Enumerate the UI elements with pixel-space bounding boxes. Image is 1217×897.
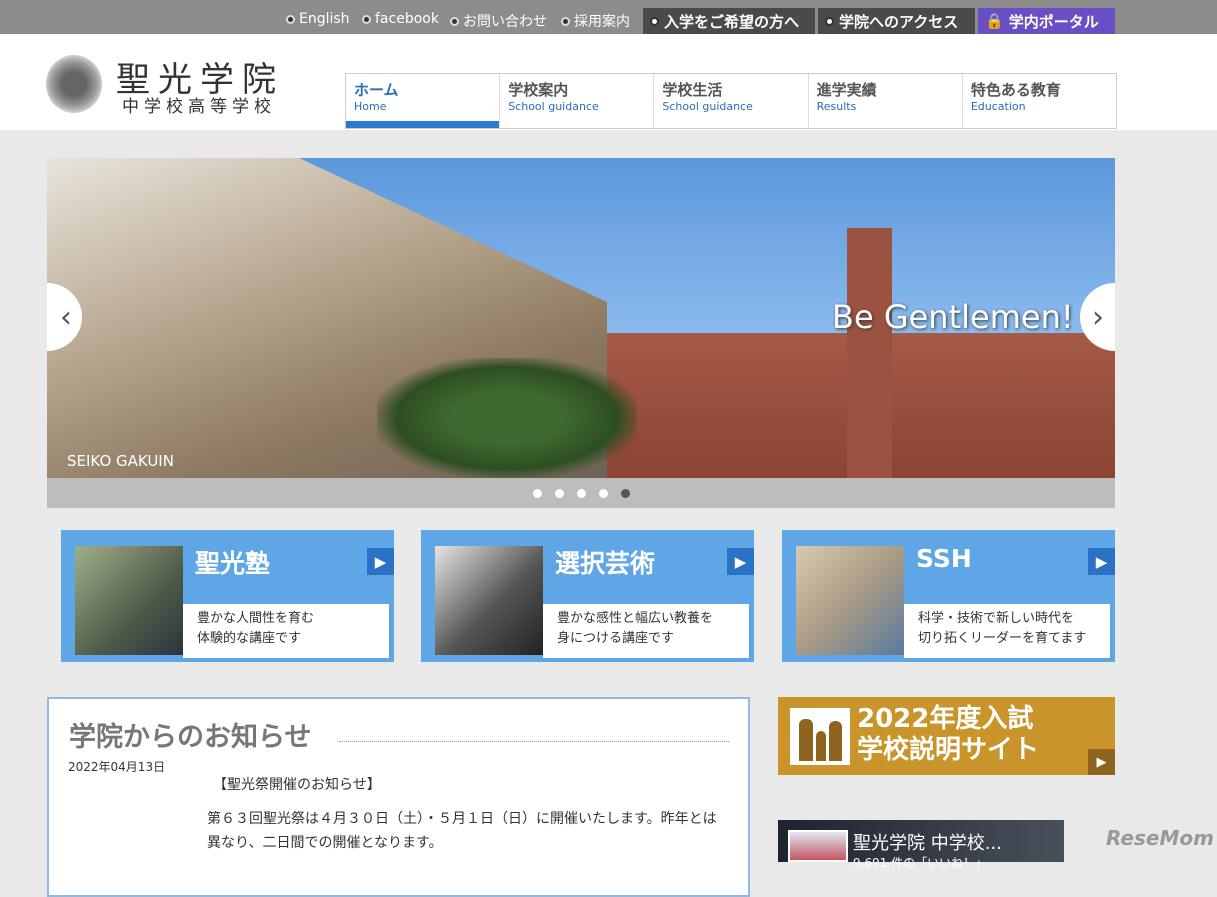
slider-slogan: Be Gentlemen! [832,298,1074,336]
card-description: 科学・技術で新しい時代を 切り拓くリーダーを育てます [904,604,1110,658]
access-button[interactable]: 学院へのアクセス [818,8,975,34]
bullet-icon [561,16,570,26]
slide-dot[interactable] [532,488,542,498]
campus-building-image [567,333,1115,478]
bullet-icon [286,14,295,24]
nav-results[interactable]: 進学実績 Results [809,74,963,128]
desc-line: 豊かな人間性を育む [197,611,315,626]
english-link[interactable]: English [286,11,350,27]
card-photo [796,546,904,655]
button-label: 学内ポータル [1008,12,1099,31]
nav-education[interactable]: 特色ある教育 Education [963,74,1116,128]
chevron-left-icon: ‹ [60,299,72,335]
news-date: 2022年04月13日 [68,760,166,774]
nav-home[interactable]: ホーム Home [346,74,501,128]
slide-dot[interactable] [598,488,608,498]
nav-sublabel: School guidance [662,100,753,113]
play-arrow-icon[interactable]: ▶ [367,548,394,575]
card-title: SSH [916,544,972,573]
nav-sublabel: Results [816,100,857,113]
nav-sublabel: Home [354,100,387,113]
facebook-likes: 9,691 件の「いいね！」 [853,856,988,870]
slider-caption: SEIKO GAKUIN [67,452,174,470]
lock-icon: 🔒 [985,12,1004,30]
link-label: 採用案内 [574,14,630,30]
nav-label: 特色ある教育 [970,81,1061,99]
facebook-widget[interactable]: 聖光学院 中学校... 9,691 件の「いいね！」 [778,820,1064,870]
admission-site-banner[interactable]: 2022年度入試 学校説明サイト ▶ [778,697,1115,775]
card-title: 選択芸術 [555,549,656,578]
link-label: お問い合わせ [463,14,547,30]
desc-line: 切り拓くリーダーを育てます [918,631,1087,646]
button-label: 学院へのアクセス [839,12,959,31]
desc-line: 身につける講座です [557,631,675,646]
family-icon [790,708,850,765]
admission-button[interactable]: 入学をご希望の方へ [643,8,815,34]
card-description: 豊かな人間性を育む 体験的な講座です [183,604,389,658]
portal-button[interactable]: 🔒 学内ポータル [978,8,1115,34]
news-section: 学院からのお知らせ 2022年04月13日 【聖光祭開催のお知らせ】 第６３回聖… [47,697,750,897]
card-ssh[interactable]: SSH ▶ 科学・技術で新しい時代を 切り拓くリーダーを育てます [782,530,1115,662]
play-arrow-icon[interactable]: ▶ [1088,548,1115,575]
slide-dot-active[interactable] [620,488,630,498]
banner-line: 学校説明サイト [857,735,1040,765]
bullet-icon [450,16,459,26]
link-label: English [299,11,350,27]
top-bar: English facebook お問い合わせ 採用案内 入学をご希望の方へ 学… [0,0,1217,34]
recruit-link[interactable]: 採用案内 [561,11,630,31]
main-nav: ホーム Home 学校案内 School guidance 学校生活 School g… [345,73,1117,129]
logo-subtitle: 中学校高等学校 [122,97,276,117]
news-body: 第６３回聖光祭は４月３０日（土）・５月１日（日）に開催いたします。昨年とは異なり… [207,811,717,851]
nav-sublabel: Education [970,100,1026,113]
nav-label: 進学実績 [816,81,877,99]
campus-tower-image [847,228,892,478]
divider [339,741,729,742]
contact-link[interactable]: お問い合わせ [450,11,547,31]
nav-sublabel: School guidance [508,100,599,113]
desc-line: 豊かな感性と幅広い教養を [557,611,714,626]
card-photo [75,546,183,655]
chevron-right-icon: › [1092,299,1104,335]
slide-dot[interactable] [554,488,564,498]
play-arrow-icon[interactable]: ▶ [727,548,754,575]
nav-school-life[interactable]: 学校生活 School guidance [654,74,809,128]
school-emblem-logo[interactable] [46,55,102,113]
desc-line: 科学・技術で新しい時代を [918,611,1075,626]
card-seiko-juku[interactable]: 聖光塾 ▶ 豊かな人間性を育む 体験的な講座です [61,530,394,662]
slider-pagination [47,478,1115,508]
bullet-icon [362,14,371,24]
bullet-icon [650,16,659,26]
banner-line: 2022年度入試 [857,704,1034,734]
card-description: 豊かな感性と幅広い教養を 身につける講座です [543,604,749,658]
card-title: 聖光塾 [195,549,271,578]
facebook-page-avatar [788,830,848,862]
nav-label: ホーム [354,81,399,99]
news-headline[interactable]: 【聖光祭開催のお知らせ】 [213,774,381,794]
play-arrow-icon: ▶ [1088,749,1115,775]
button-label: 入学をご希望の方へ [664,12,800,31]
facebook-page-name[interactable]: 聖光学院 中学校... [853,829,1002,855]
nav-label: 学校生活 [662,81,723,99]
resemom-watermark: ReseMom [1106,826,1214,850]
hero-slider[interactable]: Be Gentlemen! SEIKO GAKUIN ‹ › [47,158,1115,478]
news-heading: 学院からのお知らせ [69,722,312,753]
facebook-link[interactable]: facebook [362,11,439,27]
link-label: facebook [375,11,439,27]
card-photo [435,546,543,655]
nav-school-guidance[interactable]: 学校案内 School guidance [500,74,655,128]
tree-image [377,358,637,478]
slide-dot[interactable] [576,488,586,498]
card-arts[interactable]: 選択芸術 ▶ 豊かな感性と幅広い教養を 身につける講座です [421,530,754,662]
nav-label: 学校案内 [508,81,569,99]
desc-line: 体験的な講座です [197,631,302,646]
bullet-icon [825,16,834,26]
